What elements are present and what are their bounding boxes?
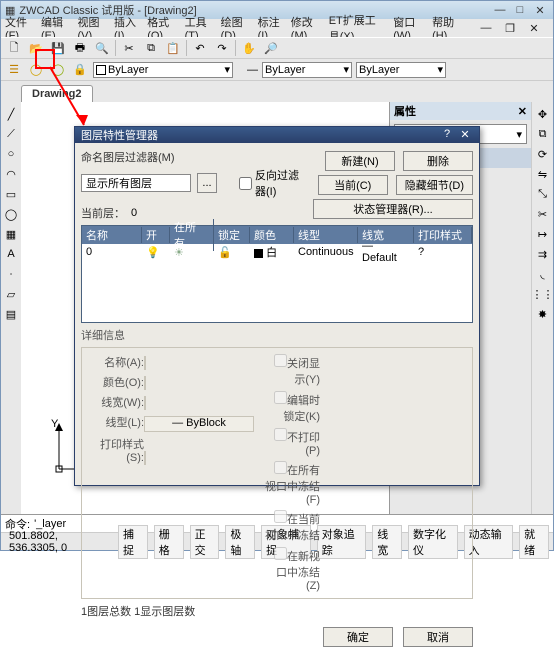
hide-detail-button[interactable]: 隐藏细节(D) — [396, 175, 473, 195]
table-icon[interactable]: ▤ — [3, 306, 19, 322]
point-icon[interactable]: ∙ — [3, 266, 19, 282]
dialog-title: 图层特性管理器 — [81, 127, 158, 143]
table-row[interactable]: 0 💡 ☀ 🔓 白 Continuous — Default ? — [82, 244, 472, 260]
detail-lineweight-field[interactable] — [144, 396, 146, 410]
filter-browse-button[interactable]: ... — [197, 173, 217, 193]
region-icon[interactable]: ▱ — [3, 286, 19, 302]
delete-button[interactable]: 删除 — [403, 151, 473, 171]
layer-properties-dialog: 图层特性管理器 ? ✕ 命名图层过滤器(M) ... 反向过滤器(I) 当前层：… — [74, 126, 480, 486]
detail-name-field[interactable] — [144, 356, 146, 370]
mdi-close-button[interactable]: ✕ — [527, 21, 541, 35]
separator — [235, 40, 236, 56]
detail-linetype-field[interactable]: — ByBlock — [144, 416, 254, 432]
array-icon[interactable]: ⋮⋮ — [535, 286, 551, 302]
mdi-restore-button[interactable]: ❐ — [503, 21, 517, 35]
new-icon[interactable]: 🗋 — [5, 39, 23, 57]
copy-icon[interactable]: ⧉ — [142, 39, 160, 57]
paste-icon[interactable]: 📋 — [164, 39, 182, 57]
close-button[interactable]: ✕ — [531, 3, 549, 17]
state-manager-button[interactable]: 状态管理器(R)... — [313, 199, 473, 219]
separator — [186, 40, 187, 56]
trim-icon[interactable]: ✂ — [535, 206, 551, 222]
preview-icon[interactable]: 🔍 — [93, 39, 111, 57]
dialog-titlebar[interactable]: 图层特性管理器 ? ✕ — [75, 127, 479, 143]
zoom-icon[interactable]: 🔎 — [262, 39, 280, 57]
standard-toolbar: 🗋 📂 💾 🖶 🔍 ✂ ⧉ 📋 ↶ ↷ ✋ 🔎 — [1, 37, 553, 59]
lineweight-label: ByLayer — [359, 64, 399, 76]
circle-icon[interactable]: ○ — [3, 146, 19, 162]
pan-icon[interactable]: ✋ — [240, 39, 258, 57]
print-icon[interactable]: 🖶 — [71, 39, 89, 57]
layer-dropdown[interactable]: ByLayer ▾ — [93, 62, 233, 78]
lineweight-dropdown[interactable]: ByLayer ▾ — [356, 62, 446, 78]
current-button[interactable]: 当前(C) — [318, 175, 388, 195]
dialog-help-icon[interactable]: ? — [439, 128, 455, 142]
layer-manager-icon[interactable]: ☰ — [5, 61, 23, 79]
new-button[interactable]: 新建(N) — [325, 151, 395, 171]
ok-button[interactable]: 确定 — [323, 627, 393, 647]
menu-bar: 文件(F) 编辑(E) 视图(V) 插入(I) 格式(O) 工具(T) 绘图(D… — [1, 19, 553, 37]
no-plot-checkbox: 不打印(P) — [264, 428, 320, 457]
off-display-checkbox: 关闭显示(Y) — [264, 354, 320, 387]
scale-icon[interactable]: ⤡ — [535, 186, 551, 202]
extend-icon[interactable]: ↦ — [535, 226, 551, 242]
filter-dropdown[interactable] — [81, 174, 191, 192]
layer-bylayer-label: ByLayer — [108, 64, 148, 76]
detail-color-field[interactable] — [144, 376, 146, 390]
separator — [115, 40, 116, 56]
named-filter-label: 命名图层过滤器(M) — [81, 149, 307, 165]
status-model[interactable]: 就绪 — [519, 525, 549, 559]
layer-table: 名称 开 在所有... 锁定 颜色 线型 线宽 打印样式 0 💡 ☀ 🔓 白 C… — [81, 225, 473, 323]
linetype-dropdown[interactable]: ByLayer ▾ — [262, 62, 352, 78]
detail-section-label: 详细信息 — [81, 327, 473, 343]
detail-panel: 名称(A): 颜色(O): 线宽(W): 线型(L):— ByBlock 打印样… — [81, 347, 473, 599]
current-layer-value: 0 — [131, 207, 137, 219]
unlock-icon[interactable]: 🔓 — [214, 246, 250, 259]
current-layer-label: 当前层： — [81, 205, 125, 221]
maximize-button[interactable]: □ — [511, 3, 529, 17]
cancel-button[interactable]: 取消 — [403, 627, 473, 647]
bulb-on-icon[interactable]: 💡 — [142, 246, 170, 259]
linetype-label: ByLayer — [265, 64, 305, 76]
explode-icon[interactable]: ✸ — [535, 306, 551, 322]
lock-edit-checkbox: 编辑时锁定(K) — [264, 391, 320, 424]
annotation-arrow — [48, 65, 98, 135]
rotate-icon[interactable]: ⟳ — [535, 146, 551, 162]
offset-icon[interactable]: ⇉ — [535, 246, 551, 262]
right-toolbar: ✥ ⧉ ⟳ ⇋ ⤡ ✂ ↦ ⇉ ◟ ⋮⋮ ✸ — [531, 102, 553, 514]
fillet-icon[interactable]: ◟ — [535, 266, 551, 282]
sun-icon[interactable]: ☀ — [170, 246, 214, 259]
mirror-icon[interactable]: ⇋ — [535, 166, 551, 182]
copy2-icon[interactable]: ⧉ — [535, 126, 551, 142]
freeze-current-checkbox: 在当前视口中冻结 — [264, 510, 320, 543]
undo-icon[interactable]: ↶ — [191, 39, 209, 57]
command-value: '_layer — [34, 518, 66, 530]
layer-summary: 1图层总数 1显示图层数 — [81, 603, 473, 619]
freeze-all-checkbox: 在所有视口中冻结(F) — [264, 461, 320, 506]
hatch-icon[interactable]: ▦ — [3, 226, 19, 242]
freeze-new-checkbox: 在新视口中冻结(Z) — [264, 547, 320, 592]
dialog-close-icon[interactable]: ✕ — [457, 128, 473, 142]
minimize-button[interactable]: — — [491, 3, 509, 17]
line-icon[interactable]: ╱ — [3, 106, 19, 122]
pline-icon[interactable]: ⟋ — [3, 126, 19, 142]
invert-filter-checkbox[interactable]: 反向过滤器(I) — [239, 167, 307, 199]
properties-close-icon[interactable]: ✕ — [518, 105, 527, 118]
properties-header: 属性 — [394, 103, 416, 119]
rect-icon[interactable]: ▭ — [3, 186, 19, 202]
ellipse-icon[interactable]: ◯ — [3, 206, 19, 222]
mdi-minimize-button[interactable]: — — [479, 21, 493, 35]
move-icon[interactable]: ✥ — [535, 106, 551, 122]
left-toolbar: ╱ ⟋ ○ ◠ ▭ ◯ ▦ A ∙ ▱ ▤ — [1, 102, 21, 514]
arc-icon[interactable]: ◠ — [3, 166, 19, 182]
svg-text:Y: Y — [51, 419, 59, 430]
text-icon[interactable]: A — [3, 246, 19, 262]
redo-icon[interactable]: ↷ — [213, 39, 231, 57]
cut-icon[interactable]: ✂ — [120, 39, 138, 57]
detail-plotstyle-field[interactable] — [144, 451, 146, 465]
